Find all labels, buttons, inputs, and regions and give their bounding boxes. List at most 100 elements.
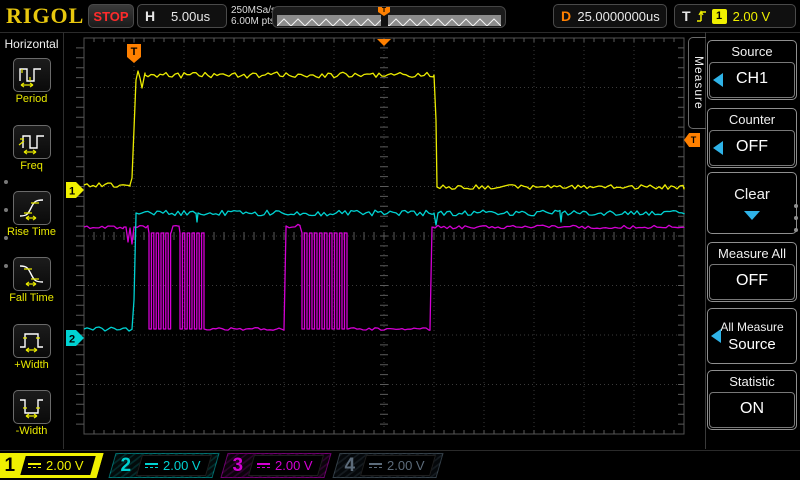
menu-item-all-measure-source[interactable]: All Measure Source xyxy=(707,308,797,364)
memory-position-bar[interactable]: T xyxy=(272,6,506,28)
sample-rate: 250MSa/s xyxy=(231,5,276,16)
menu-page-dot xyxy=(794,216,798,220)
channel-scale-box: 2.00 V xyxy=(136,455,212,476)
sidebar-scroll-dot xyxy=(4,264,8,268)
channel-scale: 2.00 V xyxy=(163,458,201,473)
sidebar-item-rise-time[interactable]: Rise Time xyxy=(0,191,63,238)
dc-coupling-icon xyxy=(257,463,270,468)
svg-text:2: 2 xyxy=(69,334,75,346)
sidebar-title: Horizontal xyxy=(0,37,63,51)
menu-item-label: Counter xyxy=(709,110,795,130)
sidebar-item-pos-width[interactable]: +Width xyxy=(0,324,63,371)
sidebar-scroll-dot xyxy=(4,180,8,184)
freq-icon xyxy=(13,125,51,159)
menu-item-statistic[interactable]: Statistic ON xyxy=(707,370,797,430)
sidebar-scroll-dot xyxy=(4,208,8,212)
menu-item-value-box: OFF xyxy=(709,130,795,166)
menu-item-value: OFF xyxy=(736,138,768,155)
channel-1-indicator[interactable]: 1 2.00 V xyxy=(0,453,104,478)
timebase-value: 5.00us xyxy=(155,9,226,24)
menu-item-label: Statistic xyxy=(709,372,795,392)
horizontal-position-marker[interactable] xyxy=(377,39,391,46)
menu-item-value-box: CH1 xyxy=(709,62,795,98)
sidebar-item-freq[interactable]: Freq xyxy=(0,125,63,172)
sidebar-scroll-dot xyxy=(4,236,8,240)
menu-item-value: Source xyxy=(709,336,795,353)
top-bar: RIGOL STOP H 5.00us 250MSa/s 6.00M pts T… xyxy=(0,0,800,33)
channel-scale: 2.00 V xyxy=(275,458,313,473)
menu-page-dot xyxy=(794,204,798,208)
memory-window-marker xyxy=(381,15,388,26)
svg-text:T: T xyxy=(131,46,138,58)
delay-value: 25.0000000us xyxy=(571,9,666,24)
horizontal-timebase-box: H 5.00us xyxy=(137,4,227,28)
menu-item-value-box: ON xyxy=(709,392,795,428)
menu-item-counter[interactable]: Counter OFF xyxy=(707,108,797,168)
rise-time-icon xyxy=(13,191,51,225)
left-arrow-icon xyxy=(713,73,723,87)
channel-scale: 2.00 V xyxy=(46,458,84,473)
menu-item-label: All Measure xyxy=(709,320,795,334)
menu-item-value: OFF xyxy=(736,272,768,289)
menu-item-label: Clear xyxy=(709,186,795,203)
channel-number: 3 xyxy=(225,455,251,477)
channel-number: 1 xyxy=(0,455,23,477)
rising-edge-icon xyxy=(695,8,708,24)
menu-item-source[interactable]: Source CH1 xyxy=(707,40,797,100)
memory-waveform-icon xyxy=(277,17,501,26)
menu-item-value: CH1 xyxy=(736,70,768,87)
channel-status-bar: 1 2.00 V 2 2.00 V 3 2.00 V 4 2.00 V xyxy=(0,450,800,480)
left-arrow-icon xyxy=(713,141,723,155)
horizontal-measure-sidebar: Horizontal Period Freq Rise Time xyxy=(0,32,64,449)
dc-coupling-icon xyxy=(145,463,158,468)
trigger-source-badge: 1 xyxy=(712,9,727,24)
plus-width-icon xyxy=(13,324,51,358)
sidebar-item-fall-time[interactable]: Fall Time xyxy=(0,257,63,304)
memory-waveform xyxy=(277,15,501,26)
fall-time-icon xyxy=(13,257,51,291)
period-icon xyxy=(13,58,51,92)
channel-scale: 2.00 V xyxy=(387,458,425,473)
trigger-level-marker[interactable]: T xyxy=(684,133,700,147)
sidebar-item-period[interactable]: Period xyxy=(0,58,63,105)
run-state-button[interactable]: STOP xyxy=(88,4,134,28)
trigger-label: T xyxy=(682,8,691,24)
sidebar-item-neg-width[interactable]: -Width xyxy=(0,390,63,437)
trigger-position-flag[interactable]: T xyxy=(127,44,141,63)
menu-item-measure-all[interactable]: Measure All OFF xyxy=(707,242,797,302)
channel-4-indicator[interactable]: 4 2.00 V xyxy=(332,453,443,478)
menu-item-clear[interactable]: Clear xyxy=(707,172,797,234)
menu-item-value-box: OFF xyxy=(709,264,795,300)
menu-page-dot xyxy=(794,228,798,232)
rigol-logo: RIGOL xyxy=(6,3,84,29)
channel-number: 2 xyxy=(113,455,139,477)
acquisition-info: 250MSa/s 6.00M pts xyxy=(231,5,276,27)
menu-tab-measure[interactable]: Measure xyxy=(688,37,706,129)
menu-item-label: Measure All xyxy=(709,244,795,264)
channel-3-indicator[interactable]: 3 2.00 V xyxy=(220,453,331,478)
h-label: H xyxy=(145,8,155,24)
trigger-info-box: T 1 2.00 V xyxy=(674,4,796,28)
channel-number: 4 xyxy=(337,455,363,477)
channel-2-indicator[interactable]: 2 2.00 V xyxy=(108,453,219,478)
channel-scale-box: 2.00 V xyxy=(248,455,324,476)
menu-item-value: ON xyxy=(740,400,764,417)
svg-text:1: 1 xyxy=(69,186,75,198)
channel-scale-box: 2.00 V xyxy=(360,455,436,476)
dc-coupling-icon xyxy=(28,463,41,468)
channel-scale-box: 2.00 V xyxy=(20,456,95,475)
measure-menu: Measure T Source CH1 Counter OFF Clear M… xyxy=(688,32,800,449)
left-arrow-icon xyxy=(711,329,721,343)
ch1-ground-marker[interactable]: 1 xyxy=(66,182,84,198)
minus-width-icon xyxy=(13,390,51,424)
memory-depth: 6.00M pts xyxy=(231,16,276,27)
delay-label: D xyxy=(561,8,571,24)
dc-coupling-icon xyxy=(369,463,382,468)
trigger-level-value: 2.00 V xyxy=(733,9,771,24)
oscilloscope-screen: RIGOL STOP H 5.00us 250MSa/s 6.00M pts T… xyxy=(0,0,800,480)
delay-box: D 25.0000000us xyxy=(553,4,667,28)
ch2-ground-marker[interactable]: 2 xyxy=(66,330,84,346)
waveform-display: T 1 2 xyxy=(64,32,686,449)
menu-item-label: Source xyxy=(709,42,795,62)
down-arrow-icon xyxy=(744,211,760,220)
